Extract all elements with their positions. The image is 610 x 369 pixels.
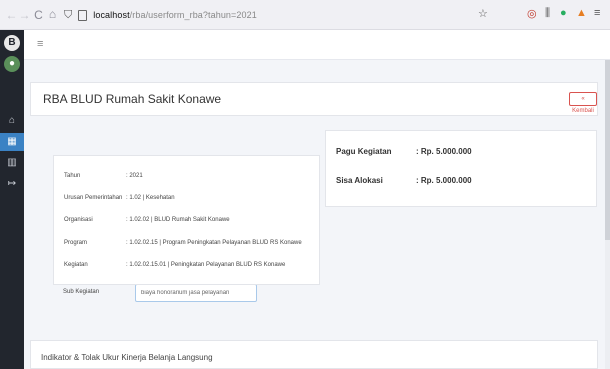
pocket-icon[interactable]: ◎ [527, 7, 537, 20]
detail-label: Kegiatan [64, 262, 88, 268]
forward-icon[interactable]: → [18, 8, 31, 22]
home-icon[interactable]: ⌂ [46, 7, 59, 21]
detail-label: Program [64, 240, 88, 246]
detail-label: Organisasi [64, 217, 93, 223]
pagu-card: Pagu Kegiatan : Rp. 5.000.000 Sisa Aloka… [325, 130, 597, 207]
detail-card: Tahun : 2021 Urusan Pemerintahan : 1.02 … [53, 155, 320, 285]
reload-icon[interactable]: C [32, 8, 45, 22]
detail-value: : 1.02.02 | BLUD Rumah Sakit Konawe [126, 217, 230, 223]
detail-value: : 1.02.02.15 | Program Peningkatan Pelay… [126, 240, 302, 246]
page-title: RBA BLUD Rumah Sakit Konawe [43, 92, 222, 106]
user-avatar[interactable]: ● [4, 56, 20, 72]
page-header: RBA BLUD Rumah Sakit Konawe « Kembali [30, 82, 598, 116]
url-text: localhost/rba/userform_rba?tahun=2021 [93, 10, 257, 20]
sub-kegiatan-input[interactable] [135, 284, 257, 302]
shield-icon: ⛉ [64, 8, 73, 21]
indikator-card: Indikator & Tolak Ukur Kinerja Belanja L… [30, 340, 598, 369]
pagu-row: Pagu Kegiatan : Rp. 5.000.000 [336, 147, 472, 156]
pagu-value: : Rp. 5.000.000 [416, 147, 472, 156]
url-host: localhost [93, 10, 130, 20]
detail-value: : 1.02.02.15.01 | Peningkatan Pelayanan … [126, 262, 286, 268]
detail-label: Tahun [64, 173, 81, 179]
chart-nav-icon[interactable]: ▥ [0, 154, 24, 172]
bookmark-star-icon[interactable]: ☆ [478, 7, 488, 20]
app-logo-icon: B [4, 35, 20, 51]
home-nav-icon[interactable]: ⌂ [0, 112, 24, 130]
menu-icon[interactable]: ≡ [594, 7, 600, 19]
hamburger-icon[interactable]: ≡ [37, 38, 43, 50]
kembali-button[interactable]: « Kembali [569, 92, 597, 114]
topbar: ≡ [24, 30, 610, 60]
sisa-row: Sisa Alokasi : Rp. 5.000.000 [336, 176, 472, 185]
page-icon [78, 9, 88, 21]
library-icon[interactable]: ⫼ [545, 7, 550, 20]
detail-value: : 2021 [126, 173, 143, 179]
back-icon[interactable]: ← [5, 8, 18, 22]
detail-card-extension [53, 284, 320, 285]
page-scrollbar-thumb[interactable] [605, 60, 610, 240]
browser-toolbar: ← → C ⌂ ⛉ localhost/rba/userform_rba?tah… [0, 0, 610, 30]
logout-nav-icon[interactable]: ↦ [0, 175, 24, 193]
account-icon[interactable]: ▲ [576, 7, 587, 19]
sub-kegiatan-label: Sub Kegiatan [63, 289, 100, 295]
extension-icon[interactable]: ● [560, 7, 567, 19]
pagu-label: Pagu Kegiatan [336, 147, 392, 156]
grid-nav-icon[interactable]: ▦ [0, 133, 24, 151]
indikator-title: Indikator & Tolak Ukur Kinerja Belanja L… [41, 353, 213, 362]
sisa-label: Sisa Alokasi [336, 176, 383, 185]
detail-value: : 1.02 | Kesehatan [126, 195, 175, 201]
url-path: /rba/userform_rba?tahun=2021 [129, 10, 257, 20]
detail-label: Urusan Pemerintahan [64, 195, 123, 201]
sisa-value: : Rp. 5.000.000 [416, 176, 472, 185]
sidebar: B ● ⌂ ▦ ▥ ↦ [0, 30, 24, 369]
